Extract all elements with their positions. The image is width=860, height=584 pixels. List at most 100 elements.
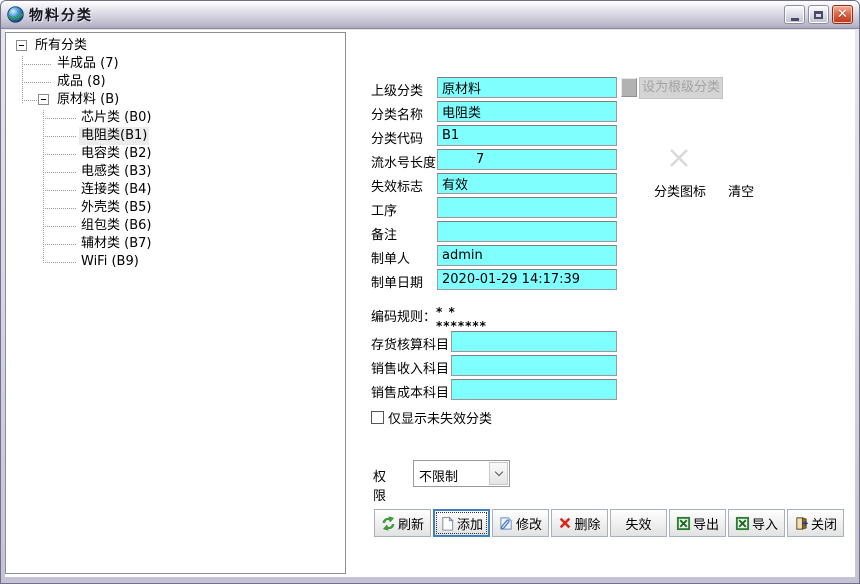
tree-item[interactable]: 电感类 (B3) xyxy=(6,163,345,181)
creator-input[interactable] xyxy=(437,245,617,266)
category-code-label: 分类代码 xyxy=(371,128,423,147)
tree-item[interactable]: 所有分类 xyxy=(6,37,345,55)
excel-icon xyxy=(676,516,691,531)
tree-item[interactable]: 芯片类 (B0) xyxy=(6,109,345,127)
tree-connector-line xyxy=(43,226,76,227)
field-row: 存货核算科目 xyxy=(347,331,855,352)
tree-item-label[interactable]: WiFi (B9) xyxy=(79,253,141,271)
tree-item-label[interactable]: 所有分类 xyxy=(33,37,89,55)
field-row: 工序 xyxy=(347,197,855,218)
toolbar-button-label: 失效 xyxy=(625,514,651,533)
permission-select[interactable]: 不限制 xyxy=(413,460,510,487)
tree-item-label[interactable]: 辅材类 (B7) xyxy=(79,235,153,253)
inventory-account-label: 存货核算科目 xyxy=(371,334,449,353)
toolbar: 刷新添加修改删除失效 导出 导入 关闭 xyxy=(374,509,844,537)
field-row: 销售收入科目 xyxy=(347,355,855,376)
set-root-category-button[interactable]: 设为根级分类 xyxy=(639,77,723,99)
sales-cost-account-label: 销售成本科目 xyxy=(371,382,449,401)
tree-item-label[interactable]: 原材料 (B) xyxy=(55,91,121,109)
minimize-button[interactable] xyxy=(784,5,805,24)
tree-item[interactable]: 电容类 (B2) xyxy=(6,145,345,163)
tree-item-label[interactable]: 电感类 (B3) xyxy=(79,163,153,181)
tree-item[interactable]: 组包类 (B6) xyxy=(6,217,345,235)
remark-input[interactable] xyxy=(437,221,617,242)
sales-income-account-input[interactable] xyxy=(451,355,617,376)
browse-parent-category-button[interactable] xyxy=(621,78,637,97)
clear-icon-link[interactable]: 清空 xyxy=(728,185,754,200)
field-row: 备注 xyxy=(347,221,855,242)
invalid-flag-input[interactable] xyxy=(437,173,617,194)
titlebar: 物料分类 ✕ xyxy=(1,1,859,29)
tree-item[interactable]: 成品 (8) xyxy=(6,73,345,91)
tree-item-label[interactable]: 电阻类(B1) xyxy=(79,127,149,145)
tree-item-label[interactable]: 电容类 (B2) xyxy=(79,145,153,163)
tree-item-label[interactable]: 外壳类 (B5) xyxy=(79,199,153,217)
tree-connector-line xyxy=(43,208,76,209)
remark-label: 备注 xyxy=(371,224,397,243)
permission-value: 不限制 xyxy=(419,466,458,485)
import-button[interactable]: 导入 xyxy=(728,509,785,537)
tree-item-label[interactable]: 连接类 (B4) xyxy=(79,181,153,199)
tree-item-label[interactable]: 半成品 (7) xyxy=(55,55,121,73)
globe-icon xyxy=(7,6,24,23)
maximize-button[interactable] xyxy=(808,5,829,24)
serial-length-input[interactable] xyxy=(437,149,617,170)
create-date-label: 制单日期 xyxy=(371,272,423,291)
field-row: 分类名称 xyxy=(347,101,855,122)
tree-connector-line xyxy=(43,244,76,245)
tree-connector-line xyxy=(43,172,76,173)
category-code-input[interactable] xyxy=(437,125,617,146)
tree-item-label[interactable]: 芯片类 (B0) xyxy=(79,109,153,127)
close-form-button[interactable]: 关闭 xyxy=(787,509,844,537)
toolbar-button-label: 导出 xyxy=(693,514,719,533)
main-fields: 上级分类设为根级分类分类名称分类代码流水号长度失效标志工序备注制单人制单日期 xyxy=(347,77,855,293)
category-name-label: 分类名称 xyxy=(371,104,423,123)
toolbar-button-label: 导入 xyxy=(752,514,778,533)
tree-item[interactable]: 辅材类 (B7) xyxy=(6,235,345,253)
modify-button[interactable]: 修改 xyxy=(492,509,549,537)
excel-icon xyxy=(735,516,750,531)
toolbar-button-label: 刷新 xyxy=(398,514,424,533)
tree-item[interactable]: 外壳类 (B5) xyxy=(6,199,345,217)
category-image-placeholder-icon[interactable] xyxy=(668,147,690,169)
creator-label: 制单人 xyxy=(371,248,410,267)
refresh-button[interactable]: 刷新 xyxy=(374,509,431,537)
coding-rule-label: 编码规则： xyxy=(371,310,436,325)
category-name-input[interactable] xyxy=(437,101,617,122)
tree-connector-line xyxy=(22,64,52,65)
window-title: 物料分类 xyxy=(29,5,93,25)
tree-item-label[interactable]: 成品 (8) xyxy=(55,73,108,91)
process-label: 工序 xyxy=(371,200,397,219)
export-button[interactable]: 导出 xyxy=(669,509,726,537)
tree-collapse-icon[interactable] xyxy=(38,94,49,105)
add-page-icon xyxy=(440,516,455,531)
add-button[interactable]: 添加 xyxy=(433,509,490,537)
create-date-input[interactable] xyxy=(437,269,617,290)
process-input[interactable] xyxy=(437,197,617,218)
tree-connector-line xyxy=(43,118,76,119)
tree-collapse-icon[interactable] xyxy=(16,40,27,51)
field-row: 制单日期 xyxy=(347,269,855,290)
tree-item-label[interactable]: 组包类 (B6) xyxy=(79,217,153,235)
chevron-down-icon[interactable] xyxy=(489,462,508,485)
app-window: 物料分类 ✕ 所有分类半成品 (7)成品 (8)原材料 (B)芯片类 (B0)电… xyxy=(0,0,860,584)
close-button[interactable]: ✕ xyxy=(832,5,853,24)
invalidate-button[interactable]: 失效 xyxy=(610,509,667,537)
parent-category-input[interactable] xyxy=(437,77,617,98)
tree-connector-line xyxy=(22,100,38,101)
tree-item[interactable]: 连接类 (B4) xyxy=(6,181,345,199)
refresh-icon xyxy=(381,516,396,531)
category-tree[interactable]: 所有分类半成品 (7)成品 (8)原材料 (B)芯片类 (B0)电阻类(B1)电… xyxy=(5,32,346,574)
delete-button[interactable]: 删除 xyxy=(551,509,608,537)
show-valid-only-checkbox[interactable] xyxy=(371,411,384,424)
tree-item[interactable]: 电阻类(B1) xyxy=(6,127,345,145)
inventory-account-input[interactable] xyxy=(451,331,617,352)
exit-door-icon xyxy=(794,516,809,531)
account-fields: 存货核算科目销售收入科目销售成本科目 xyxy=(347,331,855,403)
toolbar-button-label: 关闭 xyxy=(811,514,837,533)
tree-item[interactable]: WiFi (B9) xyxy=(6,253,345,271)
tree-item[interactable]: 原材料 (B) xyxy=(6,91,345,109)
sales-cost-account-input[interactable] xyxy=(451,379,617,400)
tree-item[interactable]: 半成品 (7) xyxy=(6,55,345,73)
permission-label: 权限 xyxy=(373,466,386,504)
